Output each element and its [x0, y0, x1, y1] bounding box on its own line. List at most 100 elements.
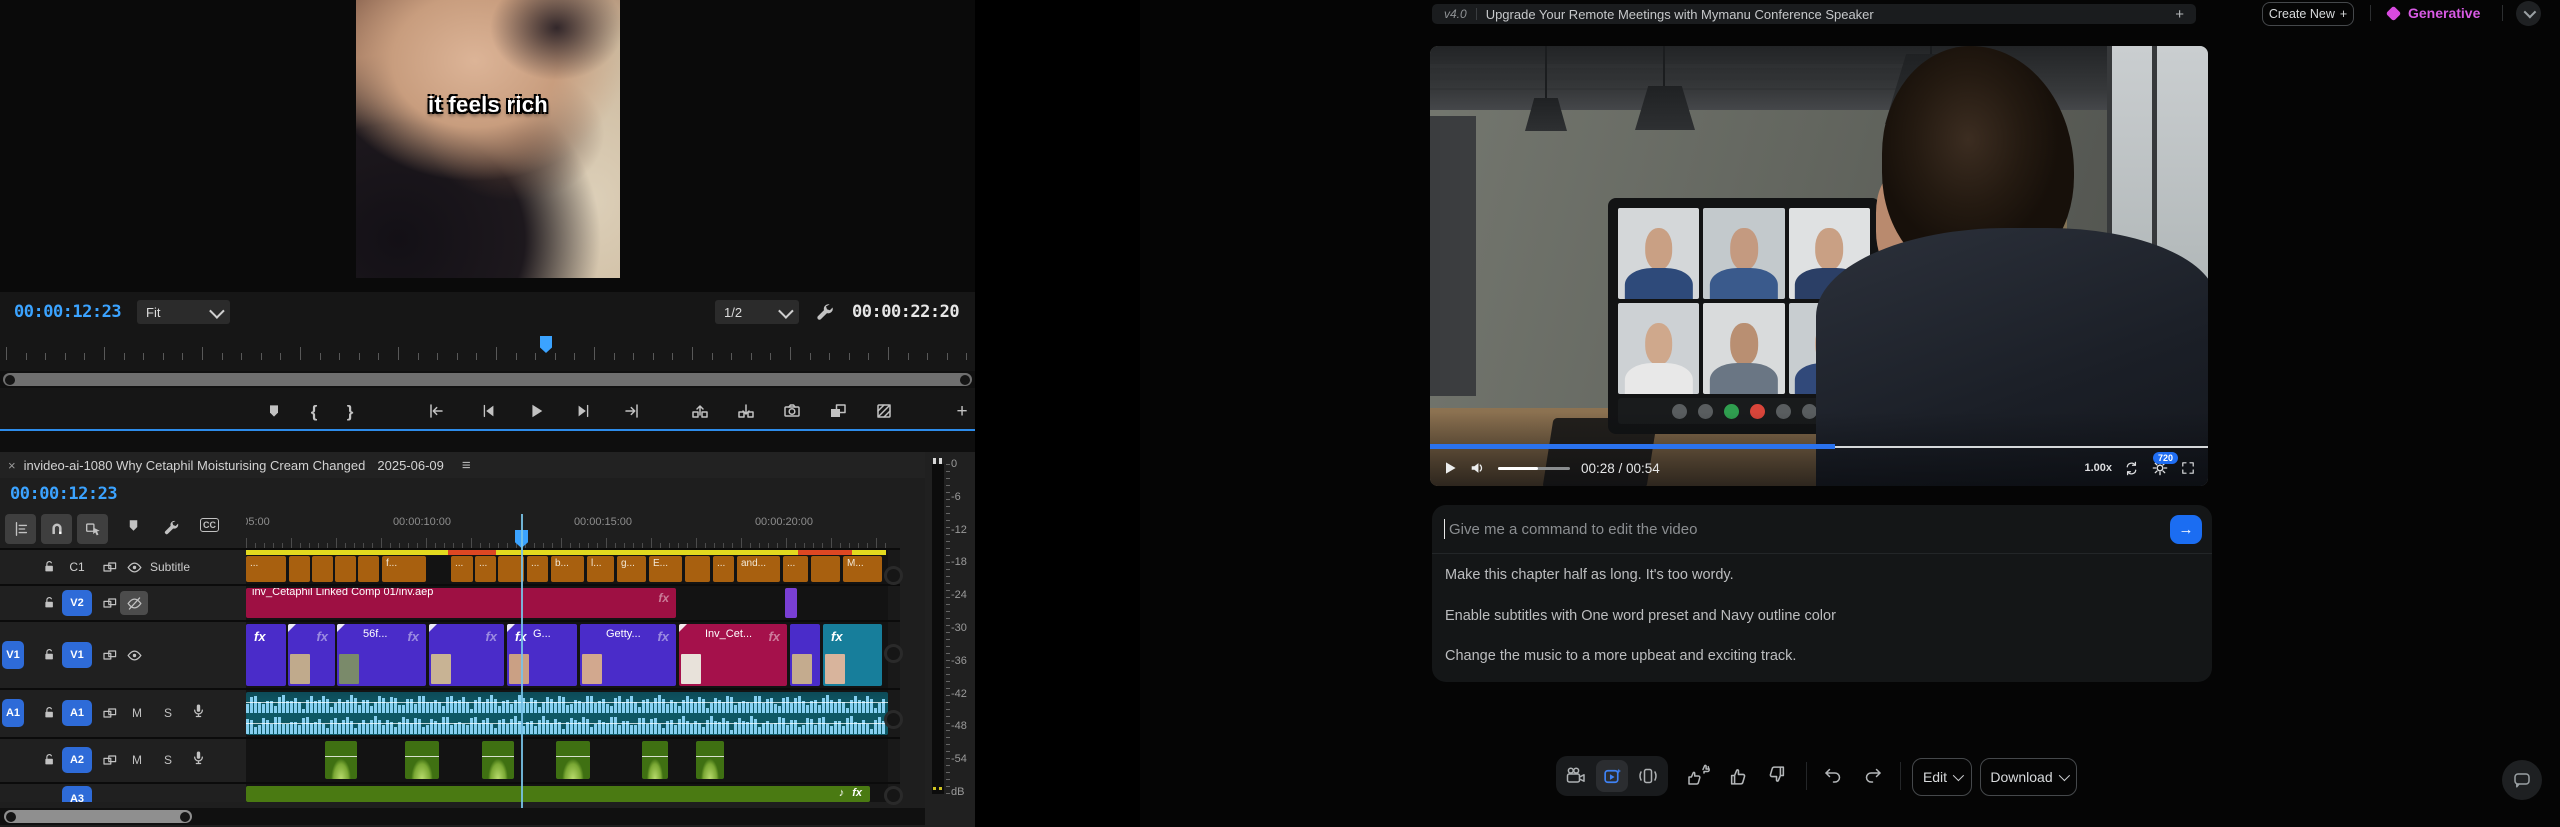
marker-icon[interactable] — [126, 518, 141, 533]
send-button[interactable]: → — [2170, 514, 2202, 544]
lock-icon[interactable] — [42, 705, 57, 720]
video-player[interactable]: 00:28 / 00:54 1.00x 720 — [1430, 46, 2208, 486]
visibility-eye-off-button[interactable] — [120, 591, 148, 615]
video-clip[interactable]: fx — [823, 624, 882, 686]
monitor-ruler[interactable] — [0, 332, 975, 366]
solo-button[interactable]: S — [164, 753, 172, 767]
subtitle-clip[interactable] — [312, 556, 333, 582]
video-clip[interactable]: fxG... — [507, 624, 577, 686]
source-patch-v1[interactable]: V1 — [2, 641, 24, 669]
monitor-scrollbar[interactable] — [0, 371, 975, 388]
subtitle-clip[interactable]: E... — [649, 556, 682, 582]
subtitle-clip[interactable]: l... — [587, 556, 614, 582]
lock-icon[interactable] — [42, 647, 57, 662]
mark-in-button[interactable]: { — [302, 399, 326, 423]
add-tab-icon[interactable]: + — [2175, 6, 2184, 23]
scrollbar-thumb[interactable] — [3, 373, 972, 386]
play-button[interactable] — [524, 399, 548, 423]
linked-selection-button[interactable] — [77, 514, 108, 544]
video-clip[interactable]: Getty... fx — [580, 624, 676, 686]
volume-slider[interactable] — [1498, 466, 1570, 470]
insert-button[interactable] — [826, 399, 850, 423]
subtitle-clip[interactable] — [335, 556, 356, 582]
track-scrollbar-handle[interactable] — [884, 786, 903, 805]
visibility-eye-icon[interactable] — [126, 559, 143, 576]
fullscreen-icon[interactable] — [2180, 460, 2196, 476]
wrench-icon[interactable] — [162, 518, 181, 537]
play-button[interactable] — [1442, 460, 1458, 476]
music-audio-clip[interactable]: ♪ fx — [246, 786, 870, 802]
subtitle-clip[interactable]: ... — [713, 556, 734, 582]
track-target-icon[interactable] — [102, 559, 118, 575]
export-frame-button[interactable] — [780, 399, 804, 423]
track-scrollbar-handle[interactable] — [884, 710, 903, 729]
settings-wrench-icon[interactable] — [814, 301, 836, 323]
feedback-chat-button[interactable] — [2502, 760, 2542, 800]
track-label-a3[interactable]: A3 — [62, 786, 92, 802]
track-scrollbar-handle[interactable] — [884, 566, 903, 585]
subtitle-clip[interactable]: ... — [451, 556, 473, 582]
snap-button[interactable] — [41, 514, 72, 544]
subtitle-clip[interactable]: ... — [527, 556, 548, 582]
generative-toggle[interactable]: Generative — [2385, 2, 2480, 24]
progress-bar[interactable] — [1430, 444, 2208, 449]
lock-icon[interactable] — [42, 752, 57, 767]
video-preview[interactable]: it feels rich — [356, 0, 620, 278]
thumbs-down-icon[interactable] — [1764, 764, 1787, 787]
subtitle-clip[interactable]: ... — [246, 556, 286, 582]
zoom-handle-left[interactable] — [6, 811, 16, 822]
subtitle-clip[interactable]: f... — [382, 556, 426, 582]
mark-out-button[interactable]: } — [338, 399, 362, 423]
video-clip[interactable]: inv_Cetaphil Linked Comp 01/inv.aep fx — [246, 588, 676, 618]
add-marker-button[interactable] — [262, 399, 286, 423]
track-scrollbar-handle[interactable] — [884, 644, 903, 663]
video-clip[interactable] — [790, 624, 820, 686]
source-patch-a1[interactable]: A1 — [2, 699, 24, 727]
suggestion-item[interactable]: Change the music to a more upbeat and ex… — [1445, 648, 2195, 664]
project-header[interactable]: v4.0 Upgrade Your Remote Meetings with M… — [1432, 4, 2196, 24]
download-menu-button[interactable]: Download — [1980, 758, 2077, 796]
edit-menu-button[interactable]: Edit — [1912, 758, 1972, 796]
track-label-c1[interactable]: C1 — [62, 554, 92, 580]
loop-icon[interactable] — [2123, 460, 2140, 477]
track-target-icon[interactable] — [102, 595, 118, 611]
camera-mode-button[interactable] — [1565, 765, 1587, 787]
panel-menu-icon[interactable]: ≡ — [462, 457, 471, 474]
timeline-timecode[interactable]: 00:00:12:23 — [10, 484, 118, 504]
mute-button[interactable]: M — [132, 753, 142, 767]
extract-button[interactable] — [734, 399, 758, 423]
scrollbar-thumb[interactable] — [4, 810, 192, 823]
close-icon[interactable]: × — [8, 458, 16, 473]
subtitle-clip[interactable]: M... — [843, 556, 882, 582]
video-clip[interactable]: fx — [288, 624, 335, 686]
collapse-chevron-button[interactable] — [2516, 1, 2541, 26]
visibility-eye-icon[interactable] — [126, 647, 143, 664]
redo-button[interactable] — [1862, 764, 1884, 786]
track-label-v2[interactable]: V2 — [62, 590, 92, 616]
a1-audio-clip[interactable] — [246, 692, 888, 735]
subtitle-clip[interactable]: g... — [617, 556, 646, 582]
scrollbar-handle-right[interactable] — [960, 374, 970, 385]
timeline-scrollbar[interactable] — [0, 808, 975, 825]
lift-button[interactable] — [688, 399, 712, 423]
zoom-handle-right[interactable] — [180, 811, 190, 822]
timeline-ruler[interactable]: 05:0000:00:10:0000:00:15:0000:00:20:00 — [246, 512, 900, 548]
video-clip[interactable]: Inv_Cet... fx — [679, 624, 787, 686]
current-timecode[interactable]: 00:00:12:23 — [14, 302, 122, 322]
lock-icon[interactable] — [42, 595, 57, 610]
sfx-audio-clip[interactable] — [696, 741, 724, 779]
playhead-marker[interactable] — [540, 336, 552, 353]
sfx-audio-clip[interactable] — [325, 741, 357, 779]
nest-settings-button[interactable] — [5, 514, 36, 544]
captions-cc-icon[interactable]: CC — [200, 518, 219, 532]
mic-icon[interactable] — [190, 749, 207, 766]
subtitle-clip[interactable] — [811, 556, 840, 582]
track-label-a1[interactable]: A1 — [62, 700, 92, 726]
sfx-audio-clip[interactable] — [556, 741, 590, 779]
video-clip[interactable]: fx — [246, 624, 286, 686]
thumbs-up-icon[interactable] — [1728, 764, 1751, 787]
track-target-icon[interactable] — [102, 752, 118, 768]
lock-icon[interactable] — [42, 559, 57, 574]
track-label-v1[interactable]: V1 — [62, 642, 92, 668]
solo-button[interactable]: S — [164, 706, 172, 720]
